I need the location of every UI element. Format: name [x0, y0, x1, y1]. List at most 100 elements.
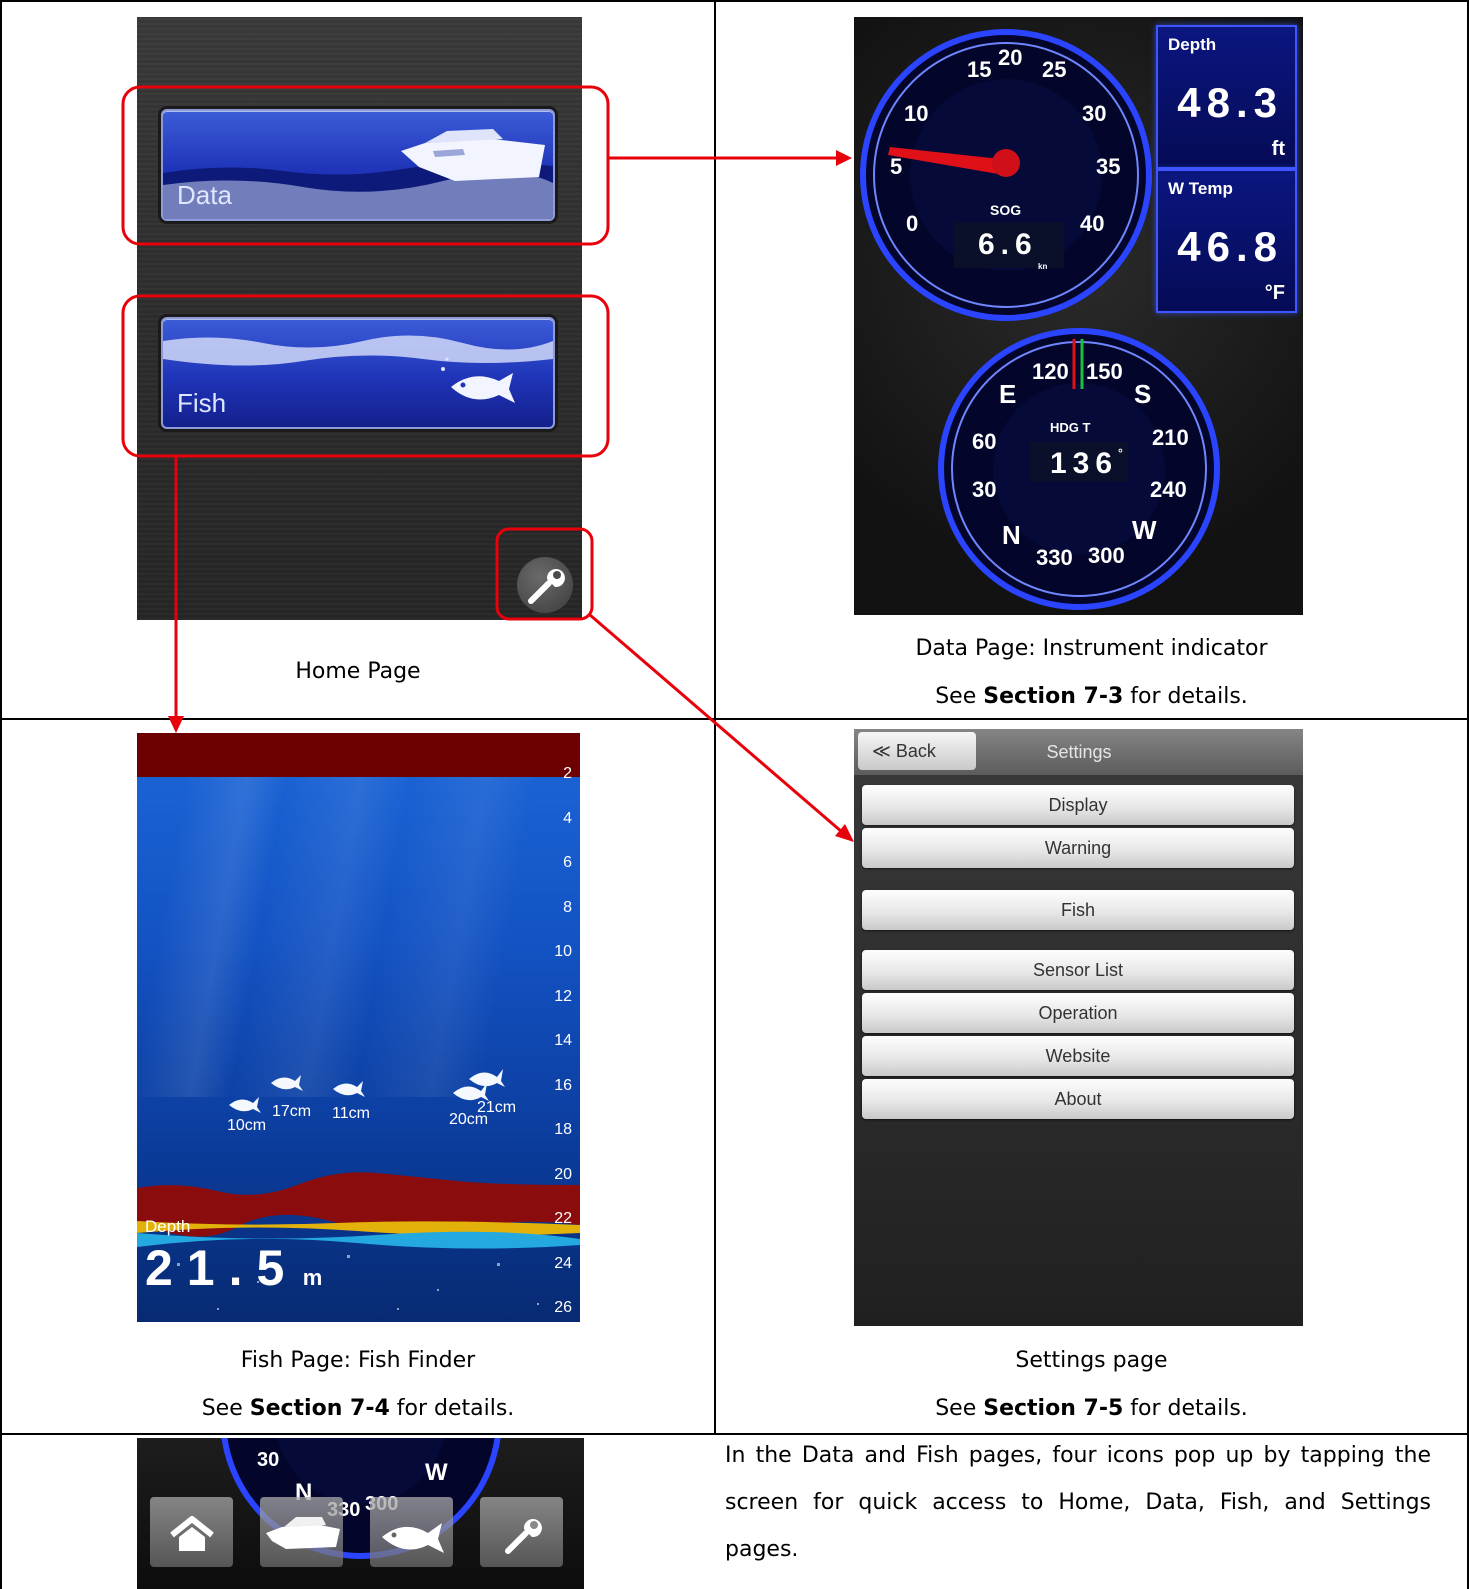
- boat-icon: [266, 1517, 340, 1549]
- sog-unit: kn: [1038, 262, 1047, 271]
- depth-unit: ft: [1271, 138, 1285, 160]
- fish-page-screenshot: 10cm 17cm 11cm 20cm 21cm 2 4 6 8 10 12 14 16 18 2…: [137, 733, 580, 1322]
- caption-end: for details.: [1123, 1396, 1248, 1421]
- water-temp-box: W Temp 46.8 °F: [1156, 169, 1297, 313]
- water-temp-title: W Temp: [1168, 179, 1233, 198]
- settings-item-website[interactable]: Website: [862, 1036, 1294, 1076]
- data-caption-line2: See Section 7-3 for details.: [716, 673, 1467, 721]
- settings-item-sensor-list[interactable]: Sensor List: [862, 950, 1294, 990]
- fish-size-label: 11cm: [332, 1105, 370, 1122]
- fish-shortcut-button[interactable]: [370, 1497, 453, 1567]
- settings-page-screenshot: ≪ Back Settings Display Warning Fish Sen…: [854, 729, 1303, 1326]
- depth-scale-number: 10: [554, 943, 572, 960]
- back-button[interactable]: ≪ Back: [858, 732, 976, 770]
- caption-end: for details.: [389, 1396, 515, 1421]
- speed-tick: 10: [904, 101, 928, 126]
- section-ref: Section 7-3: [983, 684, 1124, 709]
- settings-button-highlight: [495, 527, 594, 621]
- wrench-icon: [505, 1519, 542, 1554]
- heading-value: 136: [1050, 447, 1118, 480]
- home-caption-text: Home Page: [295, 659, 421, 684]
- depth-scale-number: 16: [554, 1076, 572, 1094]
- depth-scale-number: 2: [563, 765, 572, 782]
- fish-size-label: 17cm: [272, 1103, 312, 1120]
- compass-label: 300: [1088, 543, 1125, 568]
- data-shortcut-button[interactable]: [260, 1497, 343, 1567]
- back-arrow-icon: ≪: [872, 741, 891, 761]
- compass-label: W: [425, 1459, 448, 1486]
- caption-see: See: [935, 1396, 984, 1421]
- seabed-echo: [137, 1069, 580, 1310]
- data-caption-line1: Data Page: Instrument indicator: [915, 636, 1268, 661]
- heading-compass: 120 150 E S 60 210 30 240 N W 330 300 HD…: [938, 328, 1220, 610]
- depth-readout-label: Depth: [145, 1217, 191, 1236]
- home-caption: Home Page: [2, 648, 714, 696]
- compass-label: 330: [1036, 545, 1073, 570]
- compass-label: 60: [972, 429, 996, 454]
- caption-end: for details.: [1123, 684, 1248, 709]
- compass-label: E: [999, 379, 1016, 409]
- depth-scale-number: 26: [554, 1299, 572, 1316]
- settings-item-fish[interactable]: Fish: [862, 890, 1294, 930]
- sog-value: 6.6: [978, 228, 1038, 261]
- depth-scale-number: 4: [563, 809, 572, 827]
- heading-label: HDG T: [1050, 420, 1091, 435]
- compass-label: S: [1134, 379, 1151, 409]
- compass-label: 150: [1086, 359, 1123, 384]
- depth-scale-number: 12: [554, 987, 572, 1005]
- speed-tick: 15: [967, 57, 991, 82]
- depth-title: Depth: [1168, 35, 1217, 54]
- quick-access-toolbar-screenshot: 30 W N 330 300: [137, 1438, 584, 1589]
- compass-label: N: [1002, 520, 1021, 550]
- home-shortcut-button[interactable]: [150, 1497, 233, 1567]
- fish-page-caption: Fish Page: Fish Finder See Section 7-4 f…: [2, 1337, 714, 1433]
- compass-label: 30: [972, 477, 996, 502]
- water-temp-unit: °F: [1264, 282, 1285, 304]
- settings-caption-line1: Settings page: [1015, 1348, 1168, 1373]
- water-temp-value: 46.8: [1177, 223, 1283, 270]
- compass-label: 120: [1032, 359, 1069, 384]
- data-page-caption: Data Page: Instrument indicator See Sect…: [716, 625, 1467, 721]
- settings-caption-line2: See Section 7-5 for details.: [716, 1385, 1467, 1433]
- speed-tick: 0: [906, 211, 918, 236]
- speed-tick: 40: [1080, 211, 1104, 236]
- fish-caption-line2: See Section 7-4 for details.: [2, 1385, 714, 1433]
- fish-size-label: 21cm: [477, 1099, 517, 1116]
- data-page-screenshot: 15 20 25 10 30 5 35 0 40 SOG 6.6 kn 120 …: [854, 17, 1303, 615]
- speed-gauge: 15 20 25 10 30 5 35 0 40 SOG 6.6 kn: [860, 29, 1152, 321]
- depth-readout-value: 21.5: [145, 1240, 299, 1296]
- quick-access-description: In the Data and Fish pages, four icons p…: [725, 1443, 1431, 1562]
- arrow-to-data-page: [608, 150, 852, 166]
- depth-value: 48.3: [1177, 79, 1283, 126]
- depth-readout: 21.5 m: [145, 1239, 322, 1297]
- speed-tick: 25: [1042, 57, 1066, 82]
- heading-degree: °: [1118, 446, 1123, 460]
- depth-readout-unit: m: [302, 1265, 323, 1290]
- settings-item-warning[interactable]: Warning: [862, 828, 1294, 868]
- depth-scale-number: 22: [554, 1210, 572, 1227]
- compass-label: 30: [257, 1449, 279, 1471]
- compass-label: 240: [1150, 477, 1187, 502]
- fish-size-label: 10cm: [227, 1117, 267, 1134]
- depth-scale-number: 6: [563, 854, 572, 871]
- caption-see: See: [935, 684, 984, 709]
- settings-item-display[interactable]: Display: [862, 785, 1294, 825]
- settings-item-operation[interactable]: Operation: [862, 993, 1294, 1033]
- compass-label: 210: [1152, 425, 1189, 450]
- depth-scale-number: 8: [563, 898, 572, 916]
- fish-icon: [382, 1523, 444, 1553]
- settings-shortcut-button[interactable]: [480, 1497, 563, 1567]
- depth-scale-number: 14: [554, 1032, 572, 1049]
- back-button-label: Back: [895, 741, 936, 761]
- caption-see: See: [201, 1396, 250, 1421]
- speed-tick: 30: [1082, 101, 1106, 126]
- settings-page-caption: Settings page See Section 7-5 for detail…: [716, 1337, 1467, 1433]
- compass-label: W: [1132, 515, 1157, 545]
- settings-item-about[interactable]: About: [862, 1079, 1294, 1119]
- depth-scale-number: 18: [554, 1121, 572, 1138]
- speed-tick: 35: [1096, 154, 1120, 179]
- depth-scale-number: 20: [554, 1165, 572, 1183]
- speed-tick: 5: [890, 154, 902, 179]
- home-icon: [170, 1516, 214, 1551]
- data-button-highlight: [121, 85, 610, 246]
